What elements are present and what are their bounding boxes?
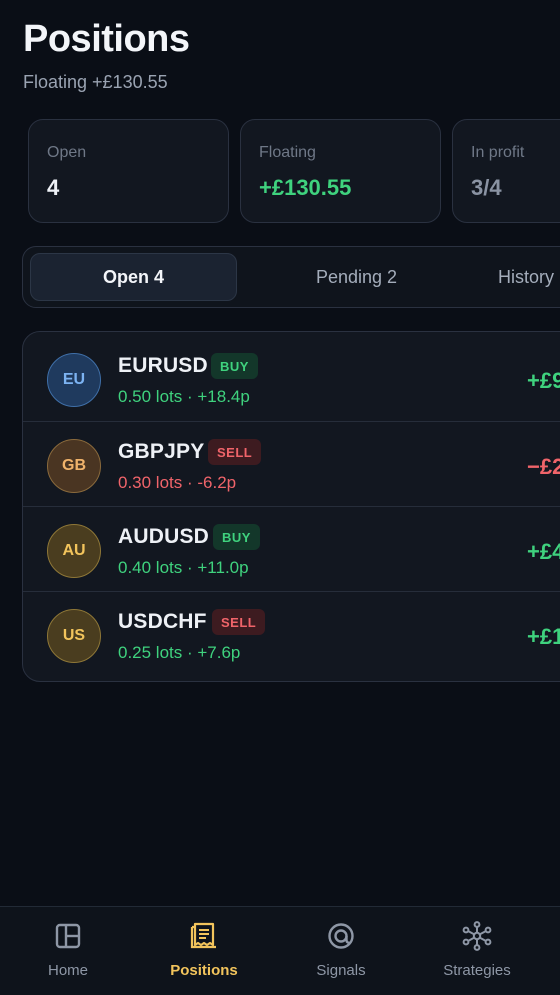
position-pnl: +£1	[527, 624, 560, 649]
position-pnl: −£2	[527, 454, 560, 479]
floating-summary: Floating +£130.55	[23, 72, 168, 92]
app-screen: Positions Floating +£130.55 Open 4 Float…	[0, 0, 560, 995]
nav-label: Strategies	[443, 962, 511, 979]
at-signal-icon	[328, 923, 354, 949]
layout-icon	[55, 923, 81, 949]
stat-value: 4	[47, 175, 60, 200]
stat-card-open: Open 4	[28, 119, 229, 223]
position-row[interactable]: EU EURUSD BUY 0.50 lots · +18.4p +£9	[23, 332, 560, 417]
tab-pending[interactable]: Pending 2	[253, 253, 460, 301]
currency-avatar: AU	[47, 524, 101, 578]
nav-strategies[interactable]: Strategies	[412, 907, 542, 995]
position-meta: 0.25 lots · +7.6p	[118, 643, 241, 662]
position-symbol: GBPJPY	[118, 440, 205, 463]
position-symbol: AUDUSD	[118, 525, 210, 548]
position-symbol: EURUSD	[118, 354, 208, 377]
stat-value: +£130.55	[259, 175, 352, 200]
stat-label: Open	[47, 144, 87, 161]
nav-home[interactable]: Home	[3, 907, 133, 995]
stat-label: Floating	[259, 144, 316, 161]
network-icon	[462, 921, 492, 951]
nav-positions[interactable]: Positions	[139, 907, 269, 995]
position-meta: 0.30 lots · -6.2p	[118, 473, 237, 492]
side-badge: SELL	[212, 609, 266, 635]
nav-label: Signals	[316, 962, 366, 979]
position-row[interactable]: US USDCHF SELL 0.25 lots · +7.6p +£1	[23, 591, 560, 676]
position-row[interactable]: AU AUDUSD BUY 0.40 lots · +11.0p +£4	[23, 506, 560, 591]
stat-card-floating: Floating +£130.55	[240, 119, 441, 223]
tab-open[interactable]: Open 4	[30, 253, 237, 301]
position-tabs: Open 4 Pending 2 History	[22, 246, 560, 308]
tab-history[interactable]: History	[483, 253, 560, 301]
currency-avatar: US	[47, 609, 101, 663]
nav-label: Home	[47, 962, 88, 979]
position-pnl: +£4	[527, 539, 560, 564]
position-symbol: USDCHF	[118, 610, 207, 633]
currency-avatar: EU	[47, 353, 101, 407]
stat-value: 3/4	[471, 175, 502, 200]
side-badge: SELL	[208, 439, 262, 465]
position-meta: 0.50 lots · +18.4p	[118, 387, 250, 406]
currency-avatar: GB	[47, 439, 101, 493]
nav-signals[interactable]: Signals	[276, 907, 406, 995]
positions-list: EU EURUSD BUY 0.50 lots · +18.4p +£9 GB …	[22, 331, 560, 682]
nav-label: Positions	[170, 962, 238, 979]
position-meta: 0.40 lots · +11.0p	[118, 558, 249, 577]
position-pnl: +£9	[527, 368, 560, 393]
side-badge: BUY	[211, 353, 258, 379]
page-title: Positions	[23, 18, 190, 60]
stat-card-in-profit: In profit 3/4	[452, 119, 560, 223]
receipt-icon	[190, 922, 216, 949]
position-row[interactable]: GB GBPJPY SELL 0.30 lots · -6.2p −£2	[23, 421, 560, 506]
side-badge: BUY	[213, 524, 260, 550]
bottom-nav: Home Positions Signals Strategies	[0, 906, 560, 995]
stat-label: In profit	[471, 144, 525, 161]
